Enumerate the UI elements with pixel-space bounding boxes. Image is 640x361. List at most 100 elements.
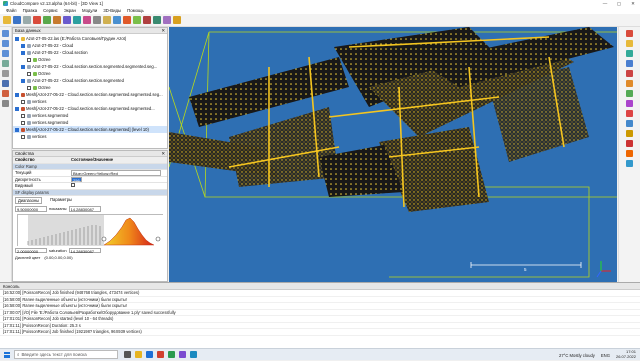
tree-item[interactable]: Octree [13,56,167,63]
filter-icon[interactable] [626,30,633,37]
color-ramp-select[interactable]: Blue>Green>Yellow>Red [71,170,161,176]
curvature-icon[interactable] [626,90,633,97]
tree-item[interactable]: vertices [13,133,167,140]
translate-icon[interactable] [93,16,101,24]
tree-item[interactable]: Azot-27-05-22.las (E:/Работа Соловьев/Гр… [13,35,167,42]
tree-item-checkbox[interactable] [27,57,31,62]
measure-icon[interactable] [113,16,121,24]
pick-point-icon[interactable] [103,16,111,24]
view-top-icon[interactable] [2,40,9,47]
segment-icon[interactable] [83,16,91,24]
polyline-icon[interactable] [626,130,633,137]
tree-item[interactable]: Mesh[Azot-27-05-22 - Cloud.section.secti… [13,91,167,98]
settings-icon[interactable] [23,16,31,24]
stats-icon[interactable] [626,40,633,47]
color-icon[interactable] [143,16,151,24]
rotate-icon[interactable] [2,80,9,87]
tree-item-checkbox[interactable] [21,134,25,139]
plane-icon[interactable] [626,140,633,147]
tree-item-checkbox[interactable] [15,92,19,97]
register-icon[interactable] [63,16,71,24]
view-front-icon[interactable] [2,30,9,37]
save-icon[interactable] [13,16,21,24]
mesh-icon[interactable] [153,16,161,24]
file-explorer-icon[interactable] [135,351,142,358]
tree-item[interactable]: Mesh[Azot-27-05-22 - Cloud.section.secti… [13,126,167,133]
normal-icon[interactable] [626,50,633,57]
close-icon[interactable]: ✕ [161,151,165,157]
steps-spinbox[interactable]: 256 [71,176,82,183]
histogram[interactable] [17,213,164,246]
tree-item-checkbox[interactable] [21,64,25,69]
export-icon[interactable] [626,160,633,167]
align-icon[interactable] [73,16,81,24]
label-icon[interactable] [626,120,633,127]
menu-3d-views[interactable]: 3D-Виды [103,8,121,13]
clone-icon[interactable] [43,16,51,24]
maximize-button[interactable]: ▢ [612,0,626,7]
tree-item-checkbox[interactable] [21,99,25,104]
cloudcompare-taskbar-icon[interactable] [168,351,175,358]
menu-tools[interactable]: Сервис [43,8,58,13]
tree-item[interactable]: Azot-27-05-22 - Cloud.section.section.se… [13,77,167,84]
taskbar-search[interactable]: ⌕ Введите здесь текст для поиска [14,350,118,359]
app-icon-2[interactable] [179,351,186,358]
tree-item-checkbox[interactable] [15,36,19,41]
menu-edit[interactable]: Правка [23,8,38,13]
density-icon[interactable] [626,80,633,87]
app-icon-3[interactable] [190,351,197,358]
tree-item[interactable]: Octree [13,70,167,77]
merge-icon[interactable] [53,16,61,24]
open-icon[interactable] [3,16,11,24]
saturation-max-input[interactable]: 14.28830087 [68,247,101,254]
perspective-icon[interactable] [2,100,9,107]
close-icon[interactable]: ✕ [161,28,165,34]
tree-item-checkbox[interactable] [15,106,19,111]
tree-item[interactable]: vertices.segmented [13,119,167,126]
tree-item-checkbox[interactable] [21,113,25,118]
tree-item[interactable]: Azot-27-05-22 - Cloud.section [13,49,167,56]
volume-icon[interactable] [626,150,633,157]
tree-item-checkbox[interactable] [21,50,25,55]
tree-item[interactable]: Azot-27-05-22 - Cloud.section.section.se… [13,63,167,70]
windows-start-button[interactable] [4,351,10,358]
language-indicator[interactable]: ENG [601,353,610,358]
app-icon[interactable] [157,351,164,358]
tab-ranges[interactable]: Диапазоны [15,197,43,204]
tree-item-checkbox[interactable] [21,120,25,125]
tree-item[interactable]: Azot-27-05-22 - Cloud [13,42,167,49]
tree-item[interactable]: Mesh[Azot-27-05-22 - Cloud.section.secti… [13,105,167,112]
distance-icon[interactable] [163,16,171,24]
menu-file[interactable]: Файл [6,8,17,13]
saturation-min-input[interactable]: 2.00000000 [15,247,47,254]
zoom-fit-icon[interactable] [2,70,9,77]
minimize-button[interactable]: — [598,0,612,7]
normals-icon[interactable] [133,16,141,24]
clock[interactable]: 17:01 26.07.2022 [616,350,636,359]
cross-section-icon[interactable] [626,110,633,117]
menu-display[interactable]: Экран [64,8,76,13]
delete-icon[interactable] [33,16,41,24]
task-view-icon[interactable] [124,351,131,358]
close-button[interactable]: ✕ [626,0,640,7]
view-iso-icon[interactable] [2,60,9,67]
range-max-input[interactable]: 14.28830087 [68,206,101,212]
point-size-icon[interactable] [2,90,9,97]
tree-item[interactable]: vertices.segmented [13,112,167,119]
menu-help[interactable]: Помощь [127,8,144,13]
tree-item-checkbox[interactable] [27,85,31,90]
range-min-input[interactable]: 9.50000000 [15,206,47,212]
tree-item-checkbox[interactable] [21,43,25,48]
tree-item[interactable]: Octree [13,84,167,91]
visible-checkbox[interactable] [71,183,75,187]
roughness-icon[interactable] [626,100,633,107]
noise-icon[interactable] [626,70,633,77]
sf-icon[interactable] [123,16,131,24]
browser-icon[interactable] [146,351,153,358]
tree-item-checkbox[interactable] [15,127,19,132]
octree-icon[interactable] [626,60,633,67]
view-left-icon[interactable] [2,50,9,57]
tab-parameters[interactable]: Параметры [48,197,74,204]
weather-widget[interactable]: 27°C Mostly cloudy [559,353,595,358]
tree-item-checkbox[interactable] [27,71,31,76]
